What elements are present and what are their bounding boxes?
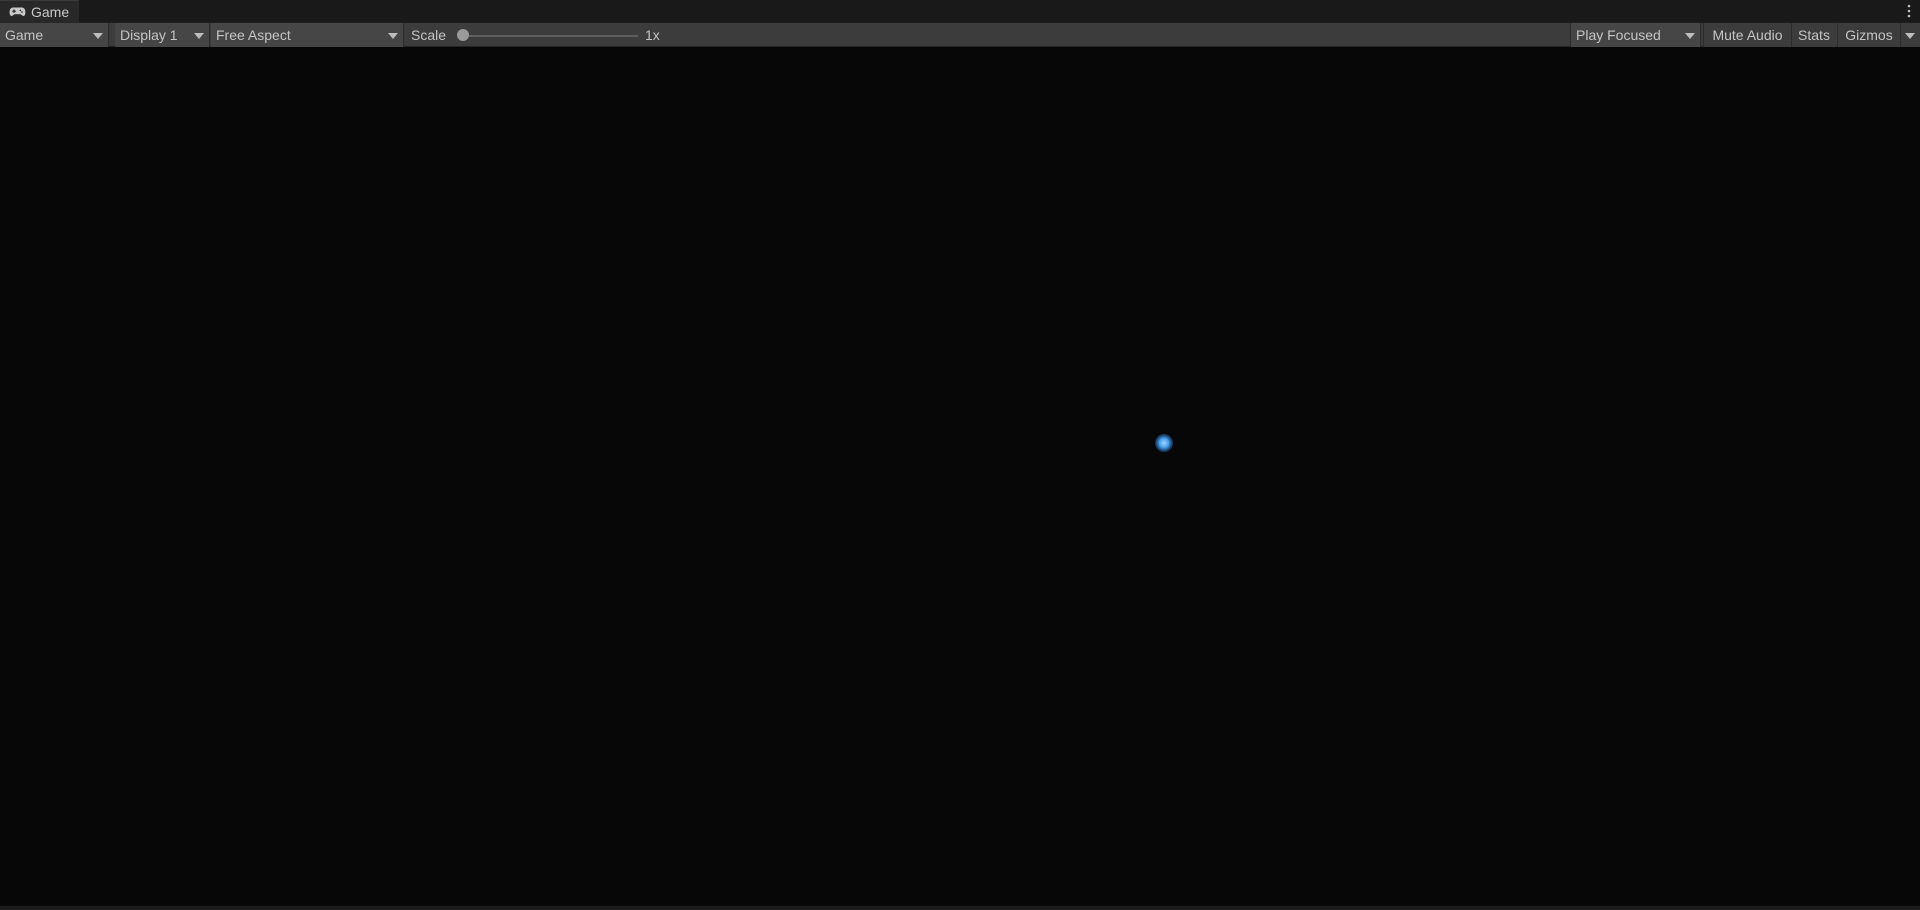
mute-audio-label: Mute Audio [1712,27,1783,43]
game-window: Game Game Display 1 Free Aspect Scale 1x [0,0,1920,910]
bottom-border [0,906,1920,910]
tab-label: Game [31,4,70,20]
stats-label: Stats [1798,27,1830,43]
scale-value: 1x [645,27,660,43]
scale-label: Scale [411,27,447,43]
gamepad-icon [9,7,26,16]
kebab-menu-icon[interactable] [1902,2,1916,20]
glowing-orb [1155,434,1173,452]
view-mode-label: Game [5,27,44,43]
play-mode-label: Play Focused [1576,27,1661,43]
view-mode-dropdown[interactable]: Game [0,23,109,47]
aspect-dropdown[interactable]: Free Aspect [211,23,404,47]
display-dropdown[interactable]: Display 1 [115,23,210,47]
display-label: Display 1 [120,27,178,43]
tab-bar: Game [0,0,1920,23]
chevron-down-icon [194,33,204,39]
gizmos-dropdown[interactable] [1900,23,1920,47]
gizmos-toggle[interactable]: Gizmos [1837,23,1900,47]
chevron-down-icon [1685,33,1695,39]
chevron-down-icon [93,33,103,39]
game-toolbar: Game Display 1 Free Aspect Scale 1x Play… [0,23,1920,47]
stats-toggle[interactable]: Stats [1791,23,1836,47]
scale-slider-thumb[interactable] [457,29,469,41]
aspect-label: Free Aspect [216,27,291,43]
mute-audio-toggle[interactable]: Mute Audio [1703,23,1791,47]
chevron-down-icon [1905,33,1915,39]
scale-slider-track[interactable] [462,35,638,37]
chevron-down-icon [388,33,398,39]
play-mode-dropdown[interactable]: Play Focused [1570,23,1701,47]
gizmos-label: Gizmos [1845,27,1893,43]
game-viewport[interactable] [0,48,1920,906]
tab-game[interactable]: Game [0,0,80,23]
